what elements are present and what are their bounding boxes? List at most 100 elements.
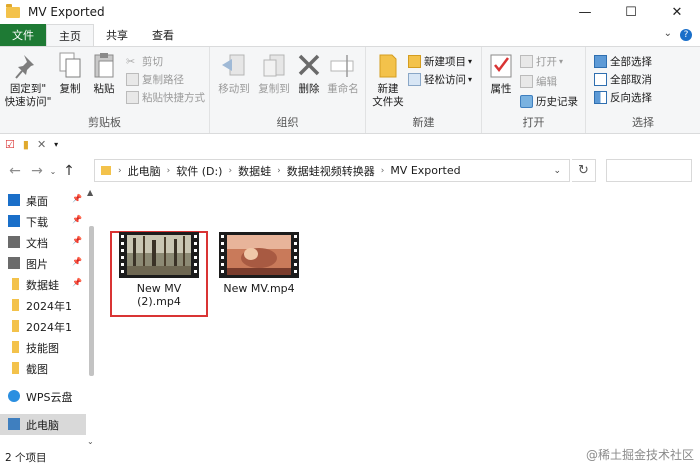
back-arrow-icon[interactable]: ← (4, 163, 26, 179)
delete-qat-icon[interactable]: ✕ (37, 138, 46, 151)
new-folder-button[interactable]: 新建 文件夹 (368, 51, 408, 109)
new-group: 新建 文件夹 新建项目 ▾ 轻松访问 ▾ 新建 (366, 47, 482, 133)
folder-icon (12, 362, 19, 374)
help-icon[interactable]: ? (680, 29, 692, 41)
refresh-button[interactable]: ↻ (572, 159, 596, 182)
properties-qat-icon[interactable]: ☑ (5, 138, 15, 151)
customize-qat-icon[interactable]: ▾ (54, 140, 58, 149)
file-item[interactable]: New MV (2).mp4 (111, 232, 207, 308)
tab-view[interactable]: 查看 (140, 24, 186, 46)
minimize-button[interactable]: — (562, 0, 608, 24)
copy-path-button[interactable]: 复制路径 (126, 71, 184, 87)
chevron-right-icon[interactable]: › (228, 166, 232, 176)
edit-button[interactable]: 编辑 (520, 73, 557, 89)
edit-icon (520, 74, 533, 88)
open-group: 属性 打开 ▾ 编辑 历史记录 打开 (482, 47, 586, 133)
scroll-down-icon[interactable]: ⌄ (87, 437, 94, 446)
delete-button[interactable]: 删除 (294, 51, 324, 96)
item-count: 2 个项目 (5, 451, 47, 464)
close-button[interactable]: ✕ (654, 0, 700, 24)
chevron-down-icon[interactable]: ⌄ (664, 28, 672, 39)
navigation-pane: 桌面 📌 下载 📌 文档 📌 图片 📌 数据蛙 📌 2024年1 2024年1 技能图 截图 WPS云盘 此电… (0, 186, 98, 448)
navigation-bar: ← → ⌄ ↑ › 此电脑 › 软件 (D:) › 数据蛙 › 数据蛙视频转换器… (0, 156, 700, 186)
scrollbar-thumb[interactable] (89, 226, 94, 376)
select-none-label: 全部取消 (610, 73, 652, 86)
chevron-right-icon[interactable]: › (167, 166, 171, 176)
open-button[interactable]: 打开 ▾ (520, 53, 563, 69)
rename-button[interactable]: 重命名 (324, 51, 362, 96)
tab-share[interactable]: 共享 (94, 24, 140, 46)
address-bar[interactable]: › 此电脑 › 软件 (D:) › 数据蛙 › 数据蛙视频转换器 › MV Ex… (94, 159, 570, 182)
breadcrumb-mv-exported[interactable]: MV Exported (390, 164, 460, 177)
copy-to-button[interactable]: 复制到 (254, 51, 294, 96)
nav-item[interactable]: 数据蛙 📌 (0, 274, 96, 295)
nav-item[interactable]: 2024年1 (0, 295, 96, 316)
ribbon-tabs: 文件 主页 共享 查看 ⌄ ? (0, 24, 700, 46)
tab-home[interactable]: 主页 (46, 24, 94, 46)
document-icon (8, 236, 20, 248)
new-item-button[interactable]: 新建项目 ▾ (408, 53, 472, 69)
nav-item[interactable]: 桌面 📌 (0, 190, 96, 211)
properties-icon (490, 54, 512, 78)
file-name-line-2: (2).mp4 (137, 295, 181, 308)
nav-item[interactable]: 技能图 (0, 337, 96, 358)
nav-item-label: 文档 (26, 236, 48, 250)
nav-item-label: 数据蛙 (26, 278, 59, 292)
breadcrumb-drive-d[interactable]: 软件 (D:) (176, 163, 222, 179)
scroll-up-icon[interactable]: ▲ (87, 188, 93, 197)
up-arrow-icon[interactable]: ↑ (58, 163, 80, 179)
recent-dropdown-icon[interactable]: ⌄ (48, 167, 58, 176)
folder-icon (101, 166, 111, 175)
search-input[interactable] (606, 159, 692, 182)
new-folder-qat-icon[interactable]: ▮ (23, 138, 29, 151)
edit-label: 编辑 (536, 75, 557, 88)
maximize-button[interactable]: ☐ (608, 0, 654, 24)
nav-item[interactable]: 图片 📌 (0, 253, 96, 274)
properties-button[interactable]: 属性 (486, 51, 516, 96)
nav-scrollbar[interactable]: ▲ ⌄ (86, 186, 98, 448)
cut-button[interactable]: ✂ 剪切 (126, 53, 163, 69)
paste-button[interactable]: 粘贴 (88, 51, 120, 96)
file-item[interactable]: New MV.mp4 (211, 232, 307, 295)
video-thumbnail (219, 232, 299, 278)
chevron-right-icon[interactable]: › (381, 166, 385, 176)
delete-label: 删除 (298, 83, 320, 95)
breadcrumb-video-converter[interactable]: 数据蛙视频转换器 (287, 163, 375, 179)
chevron-right-icon[interactable]: › (118, 166, 122, 176)
nav-item[interactable]: 2024年1 (0, 316, 96, 337)
move-to-button[interactable]: 移动到 (214, 51, 254, 96)
breadcrumb-this-pc[interactable]: 此电脑 (128, 163, 161, 179)
pin-quick-access-button[interactable]: 固定到" 快速访问" (4, 51, 52, 109)
easy-access-button[interactable]: 轻松访问 ▾ (408, 71, 472, 87)
select-all-button[interactable]: 全部选择 (594, 53, 652, 69)
address-dropdown-icon[interactable]: ⌄ (553, 166, 561, 176)
nav-item[interactable]: WPS云盘 (0, 386, 96, 407)
rename-icon (330, 55, 354, 77)
nav-item[interactable]: 下载 📌 (0, 211, 96, 232)
quick-access-toolbar: ☑ ▮ ✕ ▾ (0, 134, 700, 154)
folder-icon (12, 299, 19, 311)
cut-label: 剪切 (142, 55, 163, 68)
history-button[interactable]: 历史记录 (520, 93, 578, 109)
ribbon: 固定到" 快速访问" 复制 粘贴 ✂ 剪切 复制路径 粘贴快捷方式 剪贴板 移动… (0, 46, 700, 134)
tab-file[interactable]: 文件 (0, 24, 46, 46)
desktop-icon (8, 194, 20, 206)
organize-group-label: 组织 (276, 116, 299, 129)
nav-item[interactable]: 此电脑 (0, 414, 96, 435)
chevron-right-icon[interactable]: › (277, 166, 281, 176)
folder-icon (12, 341, 19, 353)
select-none-button[interactable]: 全部取消 (594, 71, 652, 87)
file-name: New MV (2).mp4 (137, 282, 182, 308)
copy-button[interactable]: 复制 (54, 51, 86, 96)
scissors-icon: ✂ (126, 54, 136, 68)
refresh-icon: ↻ (578, 163, 589, 178)
nav-item[interactable]: 文档 📌 (0, 232, 96, 253)
paste-shortcut-button[interactable]: 粘贴快捷方式 (126, 89, 205, 105)
invert-selection-label: 反向选择 (610, 91, 652, 104)
forward-arrow-icon[interactable]: → (26, 163, 48, 179)
breadcrumb-shujuwa[interactable]: 数据蛙 (238, 163, 271, 179)
easy-access-icon (408, 72, 421, 86)
new-item-icon (408, 54, 421, 68)
invert-selection-button[interactable]: 反向选择 (594, 89, 652, 105)
nav-item[interactable]: 截图 (0, 358, 96, 379)
